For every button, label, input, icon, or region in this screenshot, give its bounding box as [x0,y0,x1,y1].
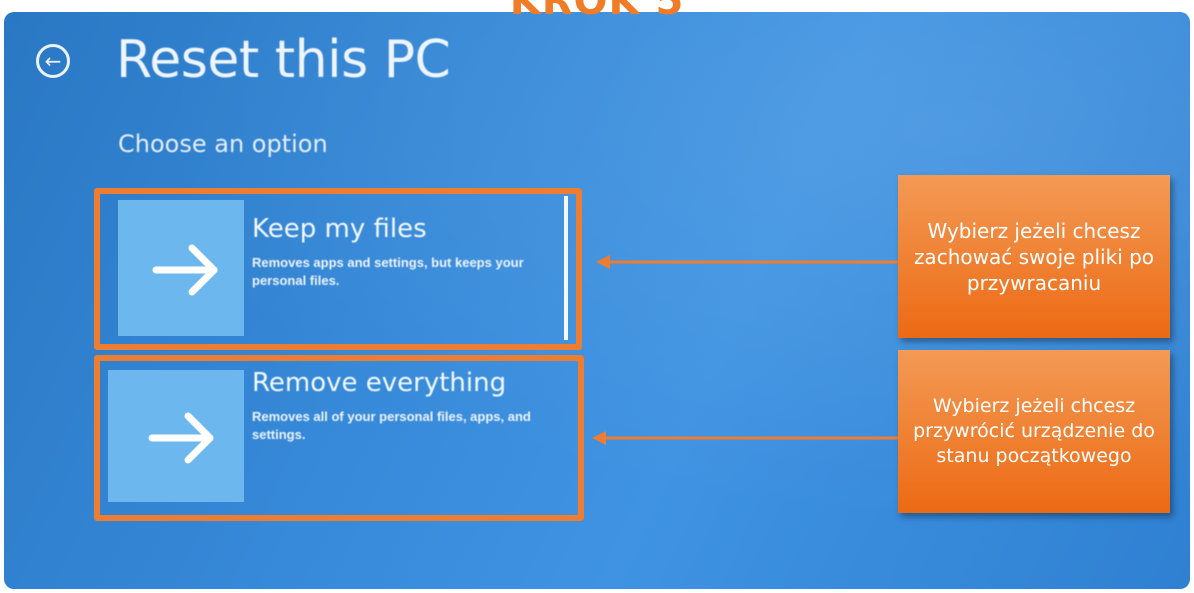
highlight-frame-remove-everything [94,355,584,521]
highlight-frame-keep-files [94,188,582,350]
page-title: Reset this PC [116,30,451,90]
callout-remove-everything: Wybierz jeżeli chcesz przywrócić urządze… [898,350,1170,513]
tutorial-screenshot: ← Reset this PC Choose an option Keep my… [0,0,1194,593]
callout-text: Wybierz jeżeli chcesz zachować swoje pli… [913,218,1155,295]
callout-keep-files: Wybierz jeżeli chcesz zachować swoje pli… [898,175,1170,338]
callout-text: Wybierz jeżeli chcesz przywrócić urządze… [913,395,1155,467]
page-subtitle: Choose an option [118,130,328,158]
back-arrow-icon[interactable]: ← [36,44,70,78]
step-heading: KROK 5 [509,0,685,24]
